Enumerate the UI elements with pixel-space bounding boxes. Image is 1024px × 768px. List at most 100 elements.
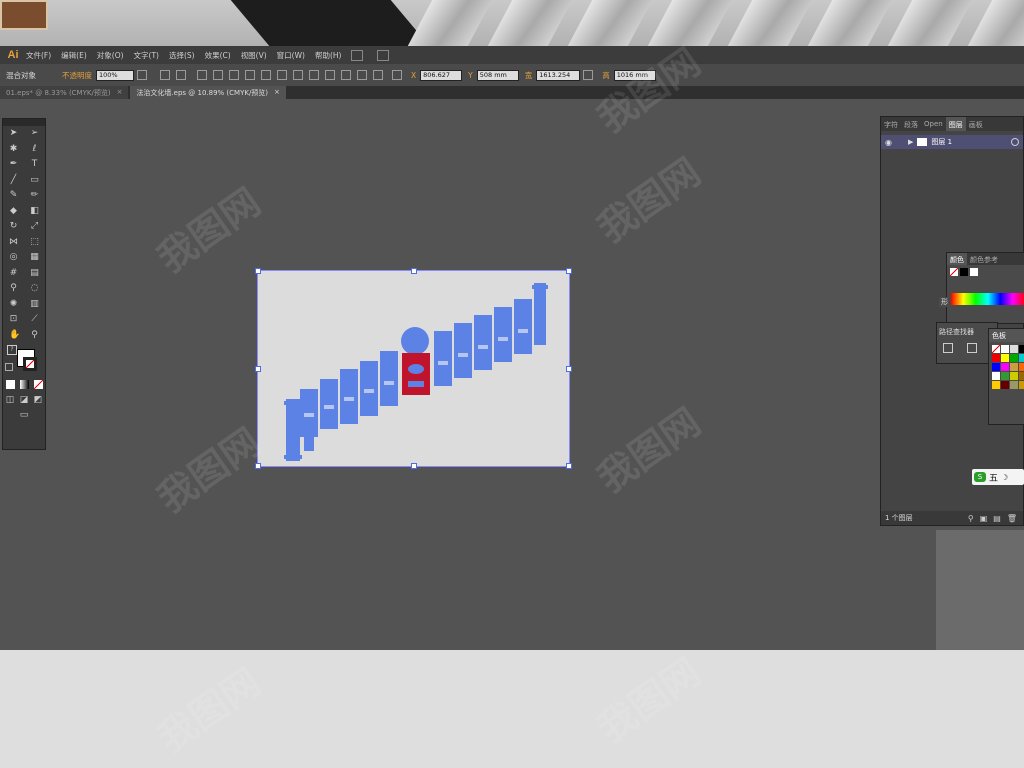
menu-effect[interactable]: 效果(C) (205, 50, 231, 61)
bounding-box-handle[interactable] (411, 463, 417, 469)
align-vcenter-icon[interactable] (261, 70, 271, 80)
align-right-icon[interactable] (229, 70, 239, 80)
line-tool-icon[interactable]: ╱ (9, 175, 18, 185)
menu-window[interactable]: 窗口(W) (277, 50, 305, 61)
hand-tool-icon[interactable]: ✋ (9, 330, 20, 340)
constrain-proportions-icon[interactable] (583, 70, 594, 80)
opacity-label[interactable]: 不透明度 (62, 70, 92, 81)
input-method-bar[interactable]: S 五 ☽ (972, 469, 1024, 485)
recolor-icon[interactable] (160, 70, 170, 80)
menu-type[interactable]: 文字(T) (134, 50, 159, 61)
target-icon[interactable] (1011, 138, 1019, 146)
artboard[interactable] (255, 268, 572, 469)
bounding-box-handle[interactable] (411, 268, 417, 274)
symbol-sprayer-tool-icon[interactable]: ✺ (9, 299, 18, 309)
gradient-mode-icon[interactable] (19, 380, 29, 390)
unite-icon[interactable] (943, 343, 953, 353)
distribute-top-icon[interactable] (293, 70, 303, 80)
free-transform-tool-icon[interactable]: ⬚ (30, 237, 39, 247)
align-bottom-icon[interactable] (277, 70, 287, 80)
document-tab-01[interactable]: 01.eps* @ 8.33% (CMYK/预览) × (0, 86, 129, 99)
bounding-box-handle[interactable] (255, 366, 261, 372)
x-field[interactable] (420, 69, 463, 81)
width-tool-icon[interactable]: ⋈ (9, 237, 18, 247)
none-mode-icon[interactable] (33, 380, 43, 390)
pen-tool-icon[interactable]: ✒ (9, 160, 18, 169)
document-tab-law-culture-wall[interactable]: 法治文化墙.eps @ 10.89% (CMYK/预览) × (130, 86, 286, 99)
swatch[interactable] (992, 363, 1000, 371)
swatch[interactable] (1019, 345, 1024, 353)
swatch[interactable] (992, 354, 1000, 362)
distribute-bottom-icon[interactable] (325, 70, 335, 80)
blend-tool-icon[interactable]: ◌ (30, 284, 39, 293)
swatch[interactable] (1010, 372, 1018, 380)
lasso-tool-icon[interactable]: ℓ (30, 144, 39, 154)
swatch[interactable] (1010, 345, 1018, 353)
swatch[interactable] (992, 372, 1000, 380)
rotate-tool-icon[interactable]: ↻ (9, 222, 18, 231)
distribute-hcenter-icon[interactable] (357, 70, 367, 80)
visibility-eye-icon[interactable]: ◉ (885, 138, 892, 147)
rectangle-tool-icon[interactable]: ▭ (30, 175, 39, 185)
paintbrush-tool-icon[interactable]: ✎ (9, 191, 18, 200)
menu-help[interactable]: 帮助(H) (315, 50, 342, 61)
pencil-tool-icon[interactable]: ✏ (30, 191, 39, 200)
perspective-grid-tool-icon[interactable]: ▦ (30, 253, 39, 262)
swatch[interactable] (992, 345, 1000, 353)
opacity-field[interactable] (96, 69, 134, 81)
menu-select[interactable]: 选择(S) (169, 50, 195, 61)
bounding-box-handle[interactable] (255, 268, 261, 274)
shape-builder-tool-icon[interactable]: ◎ (9, 253, 18, 262)
layer-row[interactable]: ◉ ▶ 图层 1 (881, 135, 1023, 149)
artboard-tool-icon[interactable]: ⊡ (9, 315, 18, 324)
culture-wall-artwork[interactable] (258, 271, 569, 466)
align-top-icon[interactable] (245, 70, 255, 80)
screen-mode-icon[interactable]: ▭ (17, 411, 31, 420)
swatch[interactable] (1010, 354, 1018, 362)
bridge-icon[interactable] (351, 49, 364, 61)
delete-layer-icon[interactable]: 🗑 (1007, 514, 1017, 523)
new-sublayer-icon[interactable]: ▣ (980, 514, 988, 523)
swatch[interactable] (1010, 363, 1018, 371)
tab-color-guide[interactable]: 颜色参考 (967, 253, 1001, 265)
tab-opentype[interactable]: Open (921, 117, 946, 131)
selection-tool-icon[interactable]: ➤ (9, 129, 18, 138)
type-tool-icon[interactable]: T (30, 160, 39, 169)
swatch[interactable] (1019, 372, 1024, 380)
swap-fill-stroke-icon[interactable] (5, 363, 13, 371)
zoom-tool-icon[interactable]: ⚲ (30, 330, 39, 340)
blob-brush-tool-icon[interactable]: ◆ (9, 206, 18, 216)
reference-point-icon[interactable] (392, 70, 402, 80)
menu-view[interactable]: 视图(V) (241, 50, 267, 61)
default-fill-stroke-icon[interactable]: ? (7, 345, 17, 355)
swatch[interactable] (1019, 363, 1024, 371)
new-layer-icon[interactable]: ▤ (993, 514, 1001, 523)
close-icon[interactable]: × (274, 88, 280, 97)
tab-character[interactable]: 字符 (881, 117, 901, 131)
gradient-tool-icon[interactable]: ▤ (30, 268, 39, 278)
swatch[interactable] (1001, 372, 1009, 380)
y-field[interactable] (476, 69, 519, 81)
swatch[interactable] (1001, 363, 1009, 371)
bounding-box-handle[interactable] (566, 268, 572, 274)
opacity-dropdown-icon[interactable] (137, 70, 147, 80)
scale-tool-icon[interactable]: ⤢ (30, 222, 39, 231)
menu-edit[interactable]: 编辑(E) (61, 50, 87, 61)
menu-file[interactable]: 文件(F) (26, 50, 51, 61)
close-icon[interactable]: × (117, 88, 123, 97)
swatch[interactable] (1001, 345, 1009, 353)
tab-artboards[interactable]: 画板 (966, 117, 986, 131)
draw-normal-icon[interactable]: ◫ (6, 395, 15, 405)
stroke-swatch[interactable] (23, 357, 37, 371)
distribute-left-icon[interactable] (341, 70, 351, 80)
swatch[interactable] (1010, 381, 1018, 389)
width-field[interactable] (536, 69, 581, 81)
align-hcenter-icon[interactable] (213, 70, 223, 80)
bounding-box-handle[interactable] (566, 463, 572, 469)
swatch[interactable] (1019, 354, 1024, 362)
tab-color[interactable]: 颜色 (947, 253, 967, 265)
arrange-documents-icon[interactable] (377, 49, 390, 61)
eraser-tool-icon[interactable]: ◧ (30, 206, 39, 216)
swatch[interactable] (992, 381, 1000, 389)
bounding-box-handle[interactable] (566, 366, 572, 372)
